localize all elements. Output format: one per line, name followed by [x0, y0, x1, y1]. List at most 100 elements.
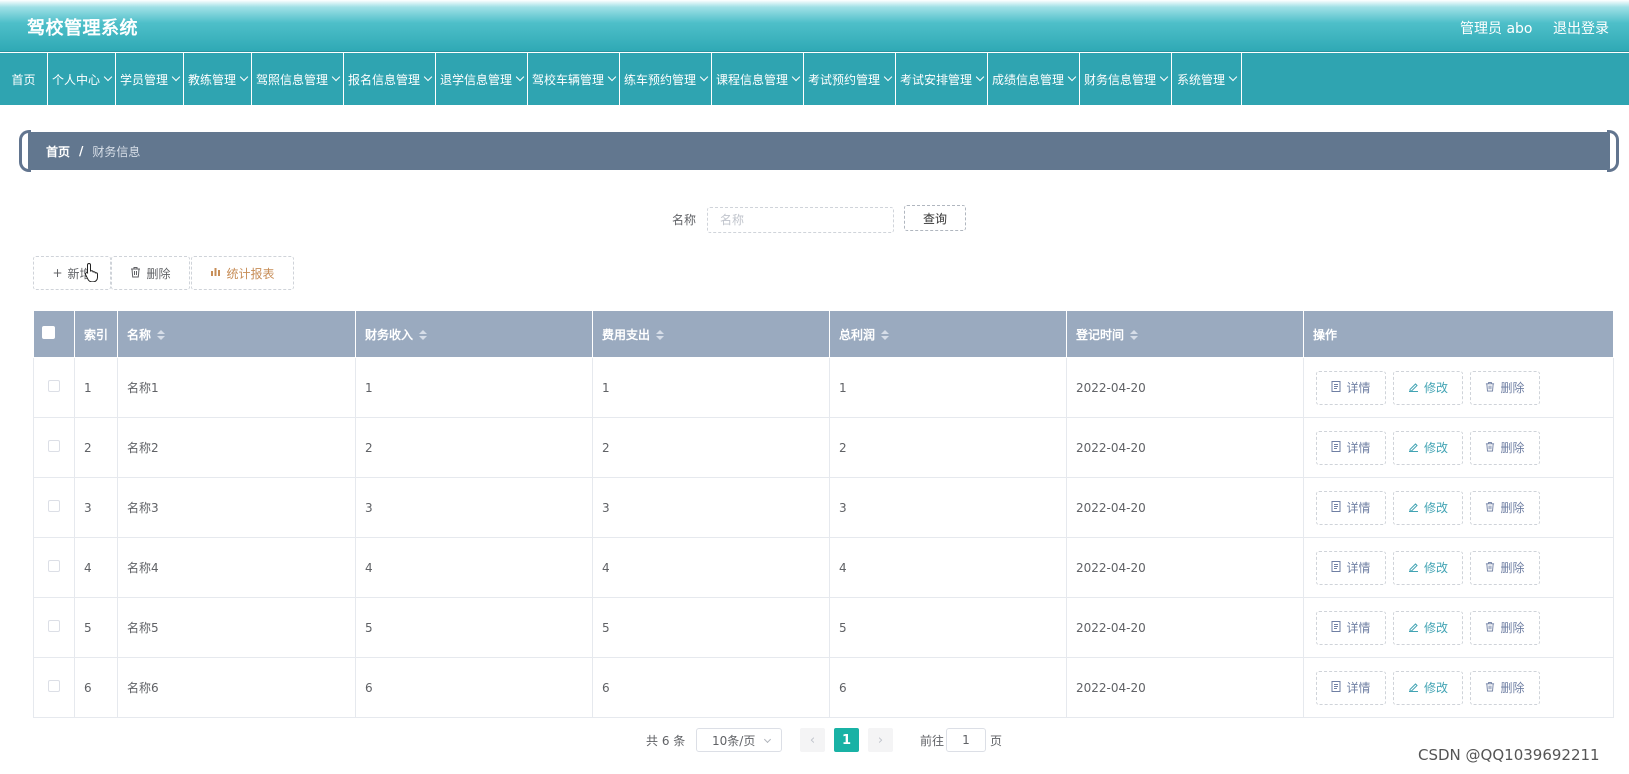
row-checkbox[interactable] — [48, 560, 60, 572]
current-user: 管理员 abo — [1460, 21, 1533, 37]
delete-label: 删除 — [1500, 441, 1525, 455]
select-all-checkbox[interactable] — [42, 326, 55, 339]
search-name-input[interactable] — [707, 207, 894, 233]
chevron-down-icon — [515, 72, 525, 82]
sort-icon[interactable] — [419, 330, 428, 340]
chevron-down-icon — [975, 72, 985, 82]
query-button[interactable]: 查询 — [904, 205, 966, 231]
cell-expense: 1 — [592, 357, 830, 418]
sort-icon[interactable] — [1130, 330, 1139, 340]
edit-button[interactable]: 修改 — [1393, 430, 1463, 465]
detail-button[interactable]: 详情 — [1316, 670, 1386, 705]
breadcrumb-bar: 首页 / 财务信息 — [28, 132, 1610, 170]
document-icon — [1331, 560, 1341, 575]
edit-button[interactable]: 修改 — [1393, 610, 1463, 645]
col-expense[interactable]: 费用支出 — [592, 310, 830, 358]
prev-page-button[interactable]: ‹ — [800, 728, 825, 752]
col-index: 索引 — [74, 310, 118, 358]
detail-button[interactable]: 详情 — [1316, 610, 1386, 645]
nav-item-9[interactable]: 课程信息管理 — [712, 53, 804, 105]
batch-delete-button[interactable]: 删除 — [111, 256, 190, 290]
row-checkbox[interactable] — [48, 380, 60, 392]
row-checkbox[interactable] — [48, 680, 60, 692]
stats-report-button[interactable]: 统计报表 — [191, 256, 294, 290]
col-date[interactable]: 登记时间 — [1066, 310, 1304, 358]
stats-report-label: 统计报表 — [226, 266, 275, 281]
page-size-select[interactable]: 10条/页 — [696, 728, 782, 752]
pencil-icon — [1408, 621, 1419, 635]
delete-button[interactable]: 删除 — [1470, 670, 1540, 705]
goto-page-input[interactable] — [946, 728, 986, 752]
nav-item-10[interactable]: 考试预约管理 — [804, 53, 896, 105]
goto-label: 前往 — [920, 734, 945, 748]
sort-icon[interactable] — [157, 330, 166, 340]
delete-button[interactable]: 删除 — [1470, 550, 1540, 585]
nav-item-14[interactable]: 系统管理 — [1172, 53, 1242, 105]
top-nav: 首页 个人中心 学员管理 教练管理 驾照信息管理 报名信息管理 退学信息管理 驾校车辆管理 练车… — [0, 53, 1629, 105]
nav-item-label: 成绩信息管理 — [991, 72, 1064, 87]
cell-date: 2022-04-20 — [1066, 417, 1304, 478]
col-profit[interactable]: 总利润 — [829, 310, 1067, 358]
batch-delete-label: 删除 — [146, 266, 171, 281]
row-select-cell — [33, 597, 75, 658]
nav-item-2[interactable]: 学员管理 — [116, 53, 184, 105]
nav-item-label: 学员管理 — [119, 72, 168, 87]
cell-profit: 3 — [829, 477, 1067, 538]
cell-expense: 4 — [592, 537, 830, 598]
col-income[interactable]: 财务收入 — [355, 310, 593, 358]
next-page-button[interactable]: › — [868, 728, 893, 752]
col-expense-label: 费用支出 — [602, 327, 651, 342]
detail-button[interactable]: 详情 — [1316, 550, 1386, 585]
row-checkbox[interactable] — [48, 500, 60, 512]
trash-icon — [1485, 621, 1495, 635]
nav-item-11[interactable]: 考试安排管理 — [896, 53, 988, 105]
cell-ops: 详情 修改 删除 — [1303, 477, 1614, 538]
delete-label: 删除 — [1500, 681, 1525, 695]
chevron-down-icon — [1067, 72, 1077, 82]
detail-button[interactable]: 详情 — [1316, 490, 1386, 525]
chevron-down-icon — [103, 72, 113, 82]
document-icon — [1331, 440, 1341, 455]
chevron-down-icon — [699, 72, 709, 82]
edit-button[interactable]: 修改 — [1393, 370, 1463, 405]
page-number-current[interactable]: 1 — [834, 728, 859, 752]
nav-item-label: 驾照信息管理 — [255, 72, 328, 87]
logout-link[interactable]: 退出登录 — [1553, 18, 1609, 38]
nav-item-6[interactable]: 退学信息管理 — [436, 53, 528, 105]
pencil-icon — [1408, 381, 1419, 395]
col-name[interactable]: 名称 — [117, 310, 356, 358]
cell-name: 名称6 — [117, 657, 356, 718]
edit-label: 修改 — [1423, 381, 1448, 395]
nav-item-7[interactable]: 驾校车辆管理 — [528, 53, 620, 105]
chevron-down-icon — [791, 72, 801, 82]
sort-icon[interactable] — [656, 330, 665, 340]
nav-item-13[interactable]: 财务信息管理 — [1080, 53, 1172, 105]
table-row: 4 名称4 4 4 4 2022-04-20 详情 修改 删除 — [33, 537, 1614, 598]
nav-item-1[interactable]: 个人中心 — [48, 53, 116, 105]
row-checkbox[interactable] — [48, 440, 60, 452]
nav-item-5[interactable]: 报名信息管理 — [344, 53, 436, 105]
breadcrumb-current: 财务信息 — [92, 144, 141, 159]
delete-button[interactable]: 删除 — [1470, 370, 1540, 405]
nav-item-8[interactable]: 练车预约管理 — [620, 53, 712, 105]
row-checkbox[interactable] — [48, 620, 60, 632]
sort-icon[interactable] — [881, 330, 890, 340]
breadcrumb-home[interactable]: 首页 — [46, 143, 70, 160]
cell-ops: 详情 修改 删除 — [1303, 657, 1614, 718]
edit-button[interactable]: 修改 — [1393, 490, 1463, 525]
edit-button[interactable]: 修改 — [1393, 670, 1463, 705]
delete-button[interactable]: 删除 — [1470, 430, 1540, 465]
nav-item-3[interactable]: 教练管理 — [184, 53, 252, 105]
edit-button[interactable]: 修改 — [1393, 550, 1463, 585]
cell-income: 5 — [355, 597, 593, 658]
nav-item-label: 驾校车辆管理 — [531, 72, 604, 87]
nav-item-4[interactable]: 驾照信息管理 — [252, 53, 344, 105]
delete-label: 删除 — [1500, 381, 1525, 395]
detail-button[interactable]: 详情 — [1316, 430, 1386, 465]
nav-item-0[interactable]: 首页 — [0, 53, 48, 105]
delete-button[interactable]: 删除 — [1470, 610, 1540, 645]
cell-profit: 1 — [829, 357, 1067, 418]
nav-item-12[interactable]: 成绩信息管理 — [988, 53, 1080, 105]
detail-button[interactable]: 详情 — [1316, 370, 1386, 405]
delete-button[interactable]: 删除 — [1470, 490, 1540, 525]
